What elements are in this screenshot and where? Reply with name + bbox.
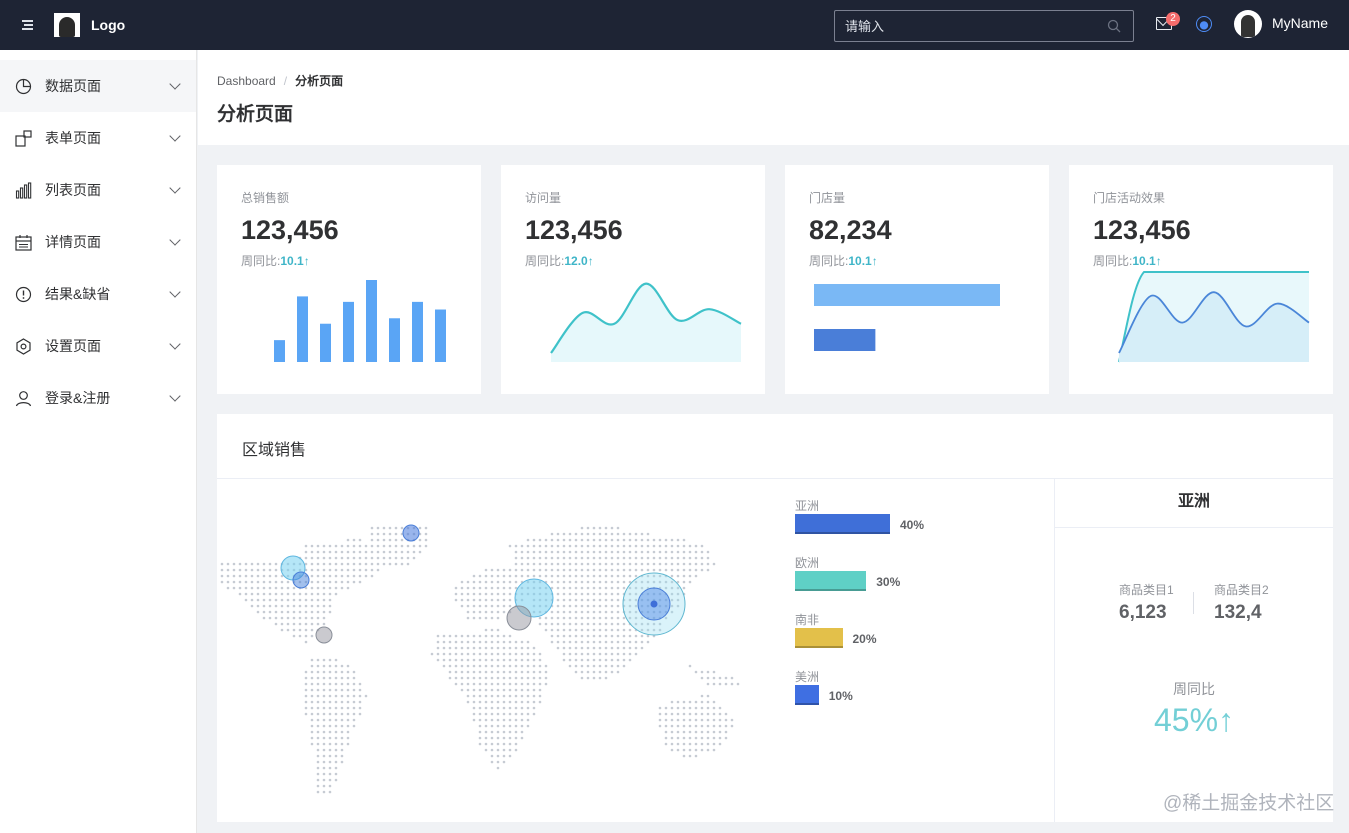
yoy-value: 45%↑ <box>1153 702 1235 738</box>
legend-bar[interactable] <box>795 685 819 705</box>
sidebar: 数据页面 表单页面 列表页面 详情页面 结果&缺省 设置页面 登录&注册 <box>0 50 197 833</box>
bar <box>320 323 331 362</box>
chevron-down-icon <box>169 78 181 90</box>
sidebar-item-label: 表单页面 <box>45 130 101 146</box>
category-value: 132,4 <box>1214 602 1262 623</box>
category-label: 商品类目1 <box>1119 583 1174 597</box>
map-marker[interactable] <box>292 571 310 589</box>
area-fill <box>551 283 741 362</box>
calendar-detail-icon <box>15 234 32 251</box>
divider <box>1193 592 1194 614</box>
sidebar-item-label: 详情页面 <box>45 234 101 250</box>
sidebar-item-data[interactable]: 数据页面 <box>0 60 196 112</box>
legend-name: 美洲 <box>795 670 820 684</box>
bar <box>343 301 354 362</box>
chevron-down-icon <box>169 390 181 402</box>
search-box[interactable] <box>834 10 1134 42</box>
breadcrumb: Dashboard / 分析页面 <box>217 72 343 89</box>
legend-name: 欧洲 <box>795 556 820 570</box>
legend-percent: 20% <box>852 632 877 646</box>
yoy-label: 周同比 <box>1173 681 1215 697</box>
avatar[interactable] <box>1234 10 1262 38</box>
bar <box>274 340 285 362</box>
visits-area-chart <box>550 282 742 362</box>
bar <box>435 309 446 362</box>
sidebar-item-result[interactable]: 结果&缺省 <box>0 268 196 320</box>
bar <box>814 284 1000 306</box>
sidebar-item-label: 数据页面 <box>45 78 101 94</box>
legend-name: 亚洲 <box>795 499 820 513</box>
bar <box>366 280 377 362</box>
warning-circle-icon <box>15 286 32 302</box>
region-detail-title: 亚洲 <box>1055 479 1333 528</box>
bar <box>297 296 308 362</box>
search-input[interactable] <box>845 18 1095 34</box>
chevron-down-icon <box>169 286 181 298</box>
logo-text: Logo <box>91 17 126 33</box>
region-title: 区域销售 <box>242 442 307 459</box>
stat-card-stores: 门店量 82,234 周同比:10.1↑ <box>785 165 1049 394</box>
map-marker[interactable] <box>315 626 333 644</box>
legend-bar[interactable] <box>795 571 867 591</box>
mail-badge: 2 <box>1166 12 1180 26</box>
sidebar-item-form[interactable]: 表单页面 <box>0 112 196 164</box>
map-marker[interactable] <box>650 600 658 608</box>
logo-image <box>54 13 80 37</box>
breadcrumb-current: 分析页面 <box>295 74 344 88</box>
stat-card-sales: 总销售额 123,456 周同比:10.1↑ <box>217 165 481 394</box>
category-value: 6,123 <box>1119 602 1167 623</box>
top-header: Logo <box>0 0 1349 50</box>
watermark-text: @稀土掘金技术社区 <box>1163 793 1335 814</box>
form-icon <box>15 129 32 147</box>
bar <box>412 301 423 362</box>
stat-card-activity: 门店活动效果 123,456 周同比:10.1↑ <box>1069 165 1333 394</box>
breadcrumb-link[interactable]: Dashboard <box>217 74 276 88</box>
sidebar-item-label: 结果&缺省 <box>45 286 111 302</box>
map-marker[interactable] <box>506 605 532 631</box>
divider <box>1054 478 1055 822</box>
bar <box>814 329 876 351</box>
bar-list-icon <box>15 181 32 199</box>
stores-bar-chart <box>814 284 1000 351</box>
legend-bar[interactable] <box>795 628 843 648</box>
chevron-down-icon <box>169 130 181 142</box>
chevron-down-icon <box>169 234 181 246</box>
map-marker[interactable] <box>402 524 420 542</box>
legend-percent: 30% <box>876 575 901 589</box>
sidebar-item-label: 列表页面 <box>45 182 101 198</box>
world-map[interactable] <box>217 494 777 814</box>
chevron-down-icon <box>169 182 181 194</box>
sidebar-item-detail[interactable]: 详情页面 <box>0 216 196 268</box>
settings-hex-icon <box>16 337 31 355</box>
sidebar-item-label: 设置页面 <box>45 338 101 354</box>
region-sales-panel: 区域销售 亚洲 40% 欧洲 30% 南非 20% 美洲 10% 亚洲 商品类目… <box>217 414 1333 822</box>
theme-icon[interactable] <box>1196 16 1212 32</box>
search-icon[interactable] <box>1107 19 1121 33</box>
sidebar-item-list[interactable]: 列表页面 <box>0 164 196 216</box>
page-title: 分析页面 <box>217 104 294 125</box>
sidebar-item-login[interactable]: 登录&注册 <box>0 372 196 424</box>
legend-percent: 40% <box>900 518 925 532</box>
bar <box>389 318 400 362</box>
sales-bar-chart <box>274 280 446 362</box>
stat-card-visits: 访问量 123,456 周同比:12.0↑ <box>501 165 765 394</box>
sidebar-item-label: 登录&注册 <box>45 390 111 406</box>
activity-area-chart <box>1118 271 1310 363</box>
chevron-down-icon <box>169 338 181 350</box>
pie-chart-icon <box>15 78 32 94</box>
legend-name: 南非 <box>795 613 820 627</box>
legend-bar[interactable] <box>795 514 890 534</box>
user-icon <box>15 390 32 406</box>
breadcrumb-separator: / <box>283 74 288 88</box>
menu-toggle-icon[interactable] <box>18 18 36 32</box>
legend-percent: 10% <box>828 689 853 703</box>
category-label: 商品类目2 <box>1214 583 1269 597</box>
sidebar-item-settings[interactable]: 设置页面 <box>0 320 196 372</box>
page-header: Dashboard / 分析页面 分析页面 <box>198 50 1349 145</box>
user-name[interactable]: MyName <box>1272 15 1328 31</box>
